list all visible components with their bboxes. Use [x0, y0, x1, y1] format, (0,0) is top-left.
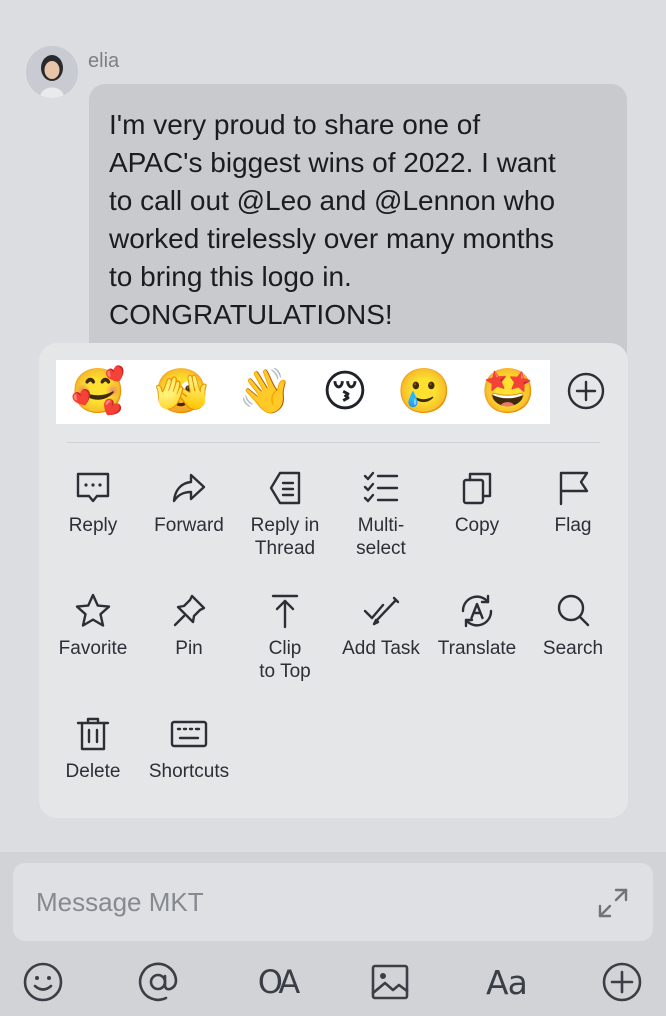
- pin-icon: [173, 594, 206, 627]
- expand-icon[interactable]: [595, 885, 631, 921]
- action-label: Reply: [68, 515, 118, 536]
- copy-action[interactable]: Copy: [429, 468, 525, 537]
- forward-action[interactable]: Forward: [141, 468, 237, 537]
- message-text: I'm very proud to share one of APAC's bi…: [109, 109, 556, 330]
- oa-icon[interactable]: OA: [250, 960, 304, 1004]
- action-label: Pin: [175, 638, 203, 659]
- action-label: Shortcuts: [148, 761, 230, 782]
- reaction-emoji[interactable]: 🫣: [154, 370, 209, 414]
- thread-icon: [269, 471, 301, 505]
- task-icon: [363, 596, 400, 626]
- reply-in-thread-action[interactable]: Reply in Thread: [237, 468, 333, 560]
- text-format-icon[interactable]: Aa: [486, 960, 534, 1004]
- copy-icon: [462, 472, 492, 505]
- action-label: Multi- select: [356, 515, 406, 559]
- clip-to-top-icon: [271, 594, 299, 629]
- delete-action[interactable]: Delete: [45, 714, 141, 783]
- search-icon: [557, 594, 590, 627]
- keyboard-icon: [170, 720, 208, 748]
- reaction-emoji[interactable]: 🥰: [71, 370, 126, 414]
- reply-icon: [76, 472, 110, 503]
- multiselect-icon: [363, 471, 399, 503]
- plus-circle-icon[interactable]: [600, 960, 644, 1004]
- shortcuts-action[interactable]: Shortcuts: [141, 714, 237, 783]
- action-label: Flag: [554, 515, 592, 536]
- action-label: Search: [542, 638, 604, 659]
- reaction-emoji[interactable]: 👋: [238, 370, 293, 414]
- reaction-emoji[interactable]: 🤩: [481, 370, 536, 414]
- action-label: Forward: [154, 515, 224, 536]
- action-label: Add Task: [342, 638, 420, 659]
- search-action[interactable]: Search: [525, 591, 621, 660]
- action-label: Delete: [65, 761, 121, 782]
- flag-icon: [559, 471, 589, 506]
- message-bubble[interactable]: I'm very proud to share one of APAC's bi…: [89, 84, 627, 384]
- reaction-emoji[interactable]: 🥲: [397, 370, 452, 414]
- avatar[interactable]: [26, 46, 78, 98]
- action-label: Copy: [454, 515, 500, 536]
- translate-action[interactable]: Translate: [429, 591, 525, 660]
- action-label: Translate: [437, 638, 517, 659]
- add-task-action[interactable]: Add Task: [333, 591, 429, 660]
- sender-name: elia: [88, 50, 120, 72]
- emoji-reaction-bar: 🥰 🫣 👋 😚 🥲 🤩: [56, 360, 550, 424]
- action-label: Favorite: [58, 638, 128, 659]
- message-placeholder: Message MKT: [36, 887, 204, 917]
- reaction-emoji[interactable]: 😚: [322, 370, 368, 414]
- action-label: Clip to Top: [259, 638, 311, 682]
- pin-action[interactable]: Pin: [141, 591, 237, 660]
- forward-icon: [172, 473, 206, 503]
- divider: [67, 442, 600, 443]
- star-icon: [75, 593, 111, 627]
- message-action-menu: 🥰 🫣 👋 😚 🥲 🤩 Reply Forward Reply in Threa…: [39, 343, 628, 818]
- emoji-icon[interactable]: [21, 960, 65, 1004]
- action-label: Reply in Thread: [250, 515, 320, 559]
- image-icon[interactable]: [368, 960, 412, 1004]
- flag-action[interactable]: Flag: [525, 468, 621, 537]
- favorite-action[interactable]: Favorite: [45, 591, 141, 660]
- trash-icon: [76, 717, 110, 751]
- translate-icon: [461, 594, 493, 628]
- multiselect-action[interactable]: Multi- select: [333, 468, 429, 560]
- message-input[interactable]: Message MKT: [13, 863, 653, 941]
- reply-action[interactable]: Reply: [45, 468, 141, 537]
- plus-circle-icon[interactable]: [566, 371, 606, 411]
- clip-to-top-action[interactable]: Clip to Top: [237, 591, 333, 683]
- mention-icon[interactable]: [136, 960, 180, 1004]
